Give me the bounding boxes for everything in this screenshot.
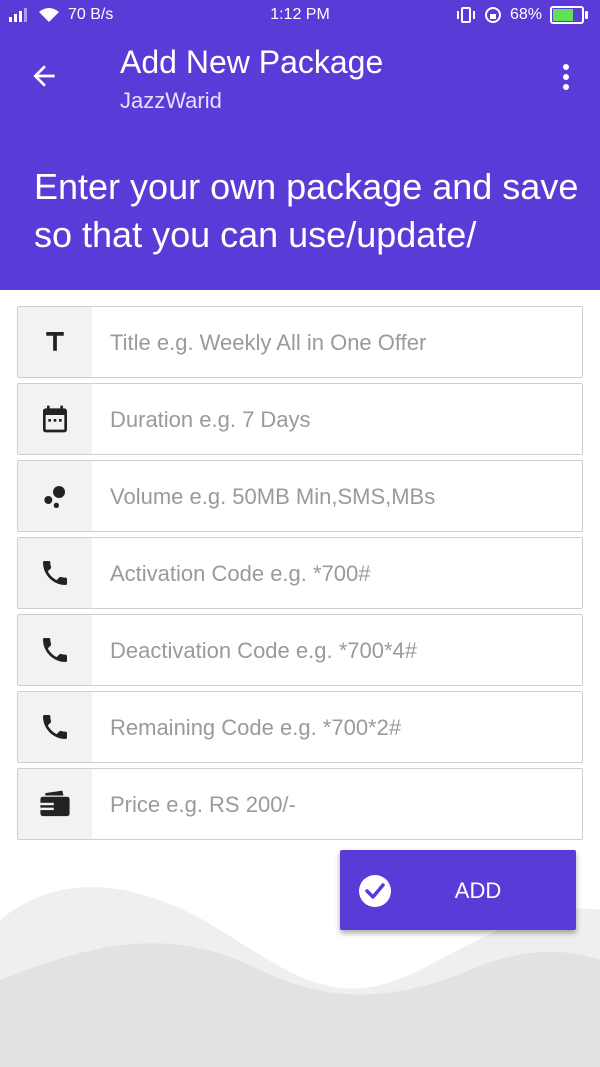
title-input[interactable] xyxy=(108,307,572,377)
arrow-back-icon xyxy=(33,65,55,87)
title-field xyxy=(17,306,583,378)
deactivation-code-field xyxy=(17,614,583,686)
banner-text: Enter your own package and save so that … xyxy=(34,166,579,255)
intro-banner: Enter your own package and save so that … xyxy=(0,123,600,290)
wallet-icon xyxy=(18,769,92,839)
status-bar: 70 B/s 1:12 PM 68% xyxy=(0,0,600,32)
battery-fill xyxy=(553,9,574,21)
activation-code-field xyxy=(17,537,583,609)
vibrate-icon xyxy=(456,7,475,23)
price-field xyxy=(17,768,583,840)
phone-icon xyxy=(18,692,92,762)
battery-icon xyxy=(550,6,588,24)
calendar-icon xyxy=(18,384,92,454)
back-button[interactable] xyxy=(28,60,68,96)
phone-icon xyxy=(18,538,92,608)
page-subtitle: JazzWarid xyxy=(120,88,222,113)
remaining-code-field xyxy=(17,691,583,763)
duration-input[interactable] xyxy=(108,384,572,454)
price-input[interactable] xyxy=(108,769,572,839)
more-options-button[interactable] xyxy=(556,60,576,96)
battery-cap xyxy=(585,11,588,19)
app-bar: Add New Package JazzWarid xyxy=(0,32,600,123)
add-button-label: ADD xyxy=(454,878,502,903)
bubbles-icon xyxy=(18,461,92,531)
status-right: 68% xyxy=(456,6,588,24)
page-title: Add New Package xyxy=(120,44,384,80)
add-button[interactable]: ADD xyxy=(340,850,576,930)
phone-icon xyxy=(18,615,92,685)
battery-percent: 68% xyxy=(509,6,542,23)
deactivation-code-input[interactable] xyxy=(108,615,572,685)
more-vert-icon xyxy=(563,64,569,90)
volume-field xyxy=(17,460,583,532)
rotation-lock-icon xyxy=(484,7,501,23)
activation-code-input[interactable] xyxy=(108,538,572,608)
title-icon xyxy=(18,307,92,377)
volume-input[interactable] xyxy=(108,461,572,531)
duration-field xyxy=(17,383,583,455)
remaining-code-input[interactable] xyxy=(108,692,572,762)
battery-body xyxy=(550,6,584,24)
